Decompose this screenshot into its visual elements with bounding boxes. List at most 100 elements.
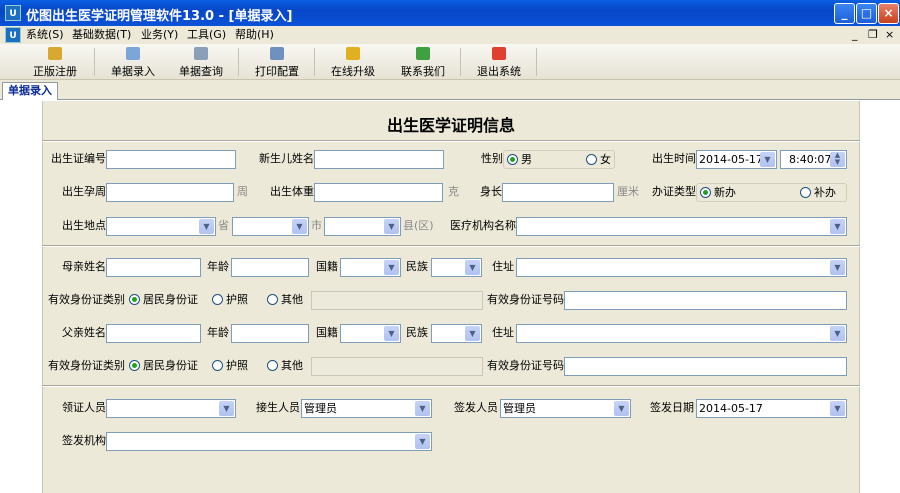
deliverer-value: 管理员 — [304, 402, 337, 415]
mdi-logo-icon: U — [5, 27, 21, 43]
mother-address-combo[interactable]: ▼ — [516, 258, 847, 277]
cert-no-input[interactable] — [106, 150, 236, 169]
chevron-down-icon[interactable]: ▼ — [465, 326, 480, 341]
spinner-arrows-icon[interactable]: ▲ ▼ — [830, 152, 845, 167]
mdi-restore-button[interactable]: ❐ — [868, 27, 878, 43]
chevron-down-icon[interactable]: ▼ — [830, 219, 845, 234]
father-address-combo[interactable]: ▼ — [516, 324, 847, 343]
contact-label: 联系我们 — [401, 65, 445, 78]
mother-nationality-label: 国籍 — [316, 260, 338, 273]
birth-date-picker[interactable]: 2014-05-17 ▼ — [696, 150, 777, 169]
chevron-down-icon[interactable]: ▼ — [614, 401, 629, 416]
birth-time-spinner[interactable]: 8:40:07 ▲ ▼ — [780, 150, 847, 169]
chevron-down-icon[interactable]: ▼ — [465, 260, 480, 275]
length-unit: 厘米 — [617, 185, 639, 198]
radio-unchecked-icon — [212, 360, 223, 371]
mother-nationality-combo[interactable]: ▼ — [340, 258, 401, 277]
menu-tools[interactable]: 工具(G) — [187, 27, 226, 43]
receiver-combo[interactable]: ▼ — [106, 399, 236, 418]
print-config-button[interactable]: 打印配置 — [244, 44, 310, 80]
contact-button[interactable]: 联系我们 — [390, 44, 456, 80]
weight-unit: 克 — [448, 185, 459, 198]
chevron-down-icon[interactable]: ▼ — [199, 219, 214, 234]
chevron-down-icon[interactable]: ▼ — [830, 326, 845, 341]
mother-name-input[interactable] — [106, 258, 201, 277]
upgrade-icon — [346, 47, 360, 60]
menu-help[interactable]: 帮助(H) — [235, 27, 274, 43]
father-address-label: 住址 — [492, 326, 514, 339]
father-age-input[interactable] — [231, 324, 309, 343]
mdi-close-button[interactable]: × — [885, 27, 894, 43]
baby-name-input[interactable] — [314, 150, 444, 169]
gest-weeks-input[interactable] — [106, 183, 234, 202]
mother-name-label: 母亲姓名 — [62, 260, 106, 273]
issuer-combo[interactable]: 管理员 ▼ — [500, 399, 631, 418]
register-button[interactable]: 正版注册 — [22, 44, 88, 80]
father-other-radio[interactable]: 其他 — [267, 357, 303, 374]
mdi-minimize-button[interactable]: _ — [852, 27, 858, 43]
cert-type-new-radio[interactable]: 新办 — [700, 184, 736, 201]
chevron-down-icon[interactable]: ▼ — [292, 219, 307, 234]
mother-other-radio[interactable]: 其他 — [267, 291, 303, 308]
gender-male-radio[interactable]: 男 — [507, 151, 532, 168]
father-id-card-radio[interactable]: 居民身份证 — [129, 357, 198, 374]
receiver-label: 领证人员 — [62, 401, 106, 414]
window-title: 优图出生医学证明管理软件13.0 - [单据录入] — [26, 9, 293, 24]
radio-checked-icon — [129, 294, 140, 305]
query-button[interactable]: 单据查询 — [168, 44, 234, 80]
weight-input[interactable] — [314, 183, 443, 202]
toolbar-separator — [94, 48, 95, 76]
tab-entry[interactable]: 单据录入 — [2, 82, 58, 100]
chevron-down-icon[interactable]: ▼ — [384, 219, 399, 234]
issue-org-combo[interactable]: ▼ — [106, 432, 432, 451]
mother-id-card-radio[interactable]: 居民身份证 — [129, 291, 198, 308]
chevron-down-icon[interactable]: ▼ — [415, 434, 430, 449]
other-label: 其他 — [281, 359, 303, 372]
id-card-label: 居民身份证 — [143, 293, 198, 306]
chevron-down-icon[interactable]: ▼ — [384, 260, 399, 275]
male-label: 男 — [521, 153, 532, 166]
hospital-label: 医疗机构名称 — [450, 219, 516, 232]
mother-id-no-input[interactable] — [564, 291, 847, 310]
cert-type-reissue-radio[interactable]: 补办 — [800, 184, 836, 201]
minimize-button[interactable]: _ — [834, 3, 855, 24]
length-input[interactable] — [502, 183, 614, 202]
chevron-down-icon[interactable]: ▼ — [219, 401, 234, 416]
chevron-down-icon[interactable]: ▼ — [760, 152, 775, 167]
radio-unchecked-icon — [267, 294, 278, 305]
chevron-down-icon[interactable]: ▼ — [830, 260, 845, 275]
father-name-input[interactable] — [106, 324, 201, 343]
county-combo[interactable]: ▼ — [324, 217, 401, 236]
chevron-down-icon[interactable]: ▼ — [415, 401, 430, 416]
menu-base-data[interactable]: 基础数据(T) — [72, 27, 131, 43]
issue-date-label: 签发日期 — [650, 401, 694, 414]
father-ethnicity-combo[interactable]: ▼ — [431, 324, 482, 343]
divider — [42, 385, 860, 387]
province-combo[interactable]: ▼ — [106, 217, 216, 236]
close-button[interactable]: × — [878, 3, 899, 24]
mother-ethnicity-label: 民族 — [406, 260, 428, 273]
issue-date-picker[interactable]: 2014-05-17 ▼ — [696, 399, 847, 418]
entry-button[interactable]: 单据录入 — [100, 44, 166, 80]
hospital-combo[interactable]: ▼ — [516, 217, 847, 236]
city-combo[interactable]: ▼ — [232, 217, 309, 236]
chevron-down-icon[interactable]: ▼ — [830, 401, 845, 416]
gender-female-radio[interactable]: 女 — [586, 151, 611, 168]
mother-age-input[interactable] — [231, 258, 309, 277]
upgrade-button[interactable]: 在线升级 — [320, 44, 386, 80]
mother-passport-radio[interactable]: 护照 — [212, 291, 248, 308]
father-nationality-combo[interactable]: ▼ — [340, 324, 401, 343]
father-passport-radio[interactable]: 护照 — [212, 357, 248, 374]
issuer-value: 管理员 — [503, 402, 536, 415]
mother-ethnicity-combo[interactable]: ▼ — [431, 258, 482, 277]
father-id-no-input[interactable] — [564, 357, 847, 376]
chevron-down-icon[interactable]: ▼ — [384, 326, 399, 341]
deliverer-combo[interactable]: 管理员 ▼ — [301, 399, 432, 418]
passport-label: 护照 — [226, 293, 248, 306]
exit-label: 退出系统 — [477, 65, 521, 78]
maximize-button[interactable]: □ — [856, 3, 877, 24]
menu-business[interactable]: 业务(Y) — [141, 27, 178, 43]
lock-icon — [48, 47, 62, 60]
menu-system[interactable]: 系统(S) — [26, 27, 64, 43]
exit-button[interactable]: 退出系统 — [466, 44, 532, 80]
